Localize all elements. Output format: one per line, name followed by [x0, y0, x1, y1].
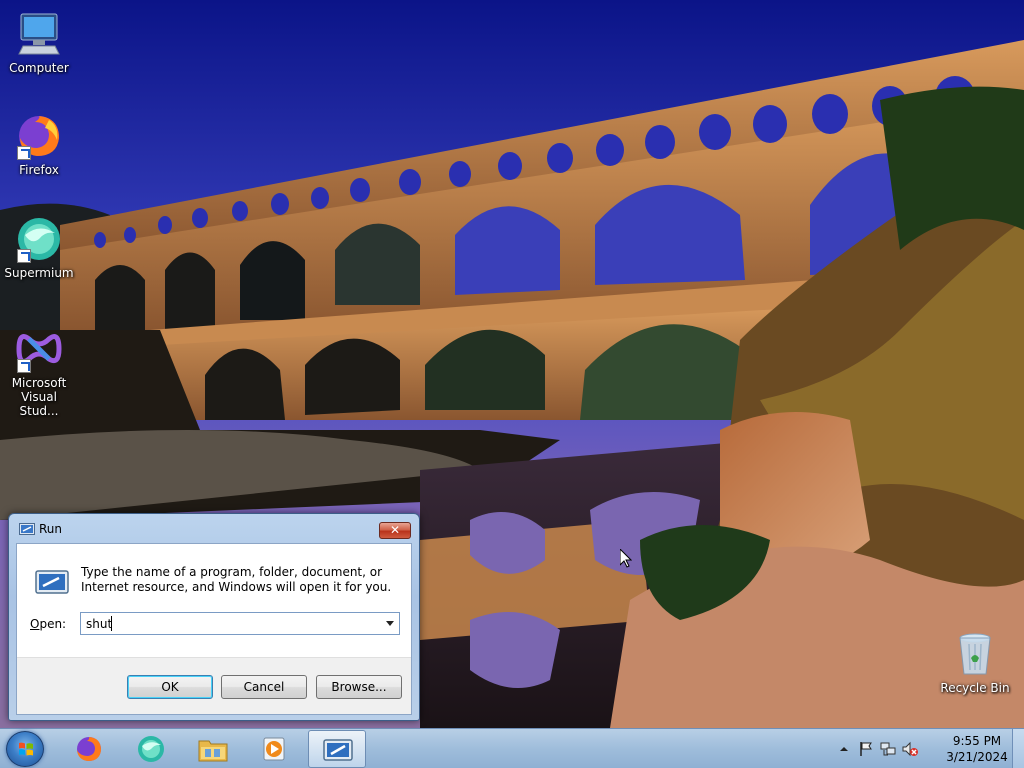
show-desktop-button[interactable]	[1012, 729, 1024, 768]
supermium-icon	[138, 736, 164, 762]
system-tray: 9:55 PM 3/21/2024	[834, 729, 1024, 768]
desktop-icon-label: Microsoft Visual Stud...	[11, 376, 67, 418]
taskbar-item-firefox[interactable]	[60, 730, 118, 768]
taskbar: 9:55 PM 3/21/2024	[0, 728, 1024, 768]
shortcut-arrow-icon	[17, 146, 31, 160]
taskbar-item-media-player[interactable]	[246, 730, 304, 768]
clock-time[interactable]: 9:55 PM	[942, 734, 1012, 748]
taskbar-item-supermium[interactable]	[122, 730, 180, 768]
run-dialog-title: Run	[39, 522, 63, 536]
start-button[interactable]	[6, 731, 44, 767]
desktop-icon-label: Supermium	[4, 266, 74, 280]
text-caret	[111, 616, 112, 631]
action-center-flag-icon[interactable]	[858, 741, 874, 757]
chevron-down-icon[interactable]	[381, 613, 399, 634]
supermium-icon	[15, 215, 63, 263]
folder-icon	[198, 740, 228, 762]
taskbar-item-file-explorer[interactable]	[184, 730, 242, 768]
desktop-icon-firefox[interactable]: Firefox	[1, 112, 77, 177]
desktop-icon-supermium[interactable]: Supermium	[1, 215, 77, 280]
computer-icon	[15, 10, 63, 58]
run-dialog-description: Type the name of a program, folder, docu…	[81, 565, 392, 594]
desktop-icon-computer[interactable]: Computer	[1, 10, 77, 75]
desktop-icon-visual-studio[interactable]: Microsoft Visual Stud...	[1, 325, 77, 418]
open-combobox[interactable]	[80, 612, 400, 635]
close-button[interactable]: ✕	[379, 522, 411, 539]
firefox-icon	[15, 112, 63, 160]
desktop-icon-label: Firefox	[19, 163, 59, 177]
desktop-icon-recycle-bin[interactable]: Recycle Bin	[936, 630, 1014, 695]
visual-studio-icon	[15, 325, 63, 373]
taskbar-item-run[interactable]	[308, 730, 366, 768]
chevron-up-icon[interactable]	[836, 741, 852, 757]
run-dialog-body: Type the name of a program, folder, docu…	[16, 543, 412, 715]
browse-button[interactable]: Browse...	[316, 675, 402, 699]
shortcut-arrow-icon	[17, 359, 31, 373]
recycle-bin-icon	[951, 630, 999, 678]
clock-date[interactable]: 3/21/2024	[942, 750, 1012, 764]
open-label: Open:	[30, 617, 66, 631]
firefox-icon	[77, 737, 101, 761]
cancel-button[interactable]: Cancel	[221, 675, 307, 699]
desktop-icon-label: Computer	[9, 61, 69, 75]
run-dialog[interactable]: Run ✕ Type the name of a program, folder…	[8, 513, 420, 721]
media-player-icon	[263, 737, 285, 761]
shortcut-arrow-icon	[17, 249, 31, 263]
desktop-icon-label: Recycle Bin	[940, 681, 1010, 695]
open-input[interactable]	[81, 613, 377, 634]
close-icon: ✕	[389, 523, 401, 537]
volume-muted-icon[interactable]	[902, 741, 918, 757]
ok-button[interactable]: OK	[127, 675, 213, 699]
run-icon	[19, 523, 35, 535]
mouse-cursor-icon	[620, 549, 632, 568]
network-icon[interactable]	[880, 741, 896, 757]
windows-logo-icon	[19, 742, 33, 756]
run-program-icon	[35, 570, 69, 594]
open-label-text: pen:	[39, 617, 67, 631]
run-dialog-titlebar[interactable]: Run ✕	[9, 514, 419, 544]
run-icon	[323, 739, 353, 761]
